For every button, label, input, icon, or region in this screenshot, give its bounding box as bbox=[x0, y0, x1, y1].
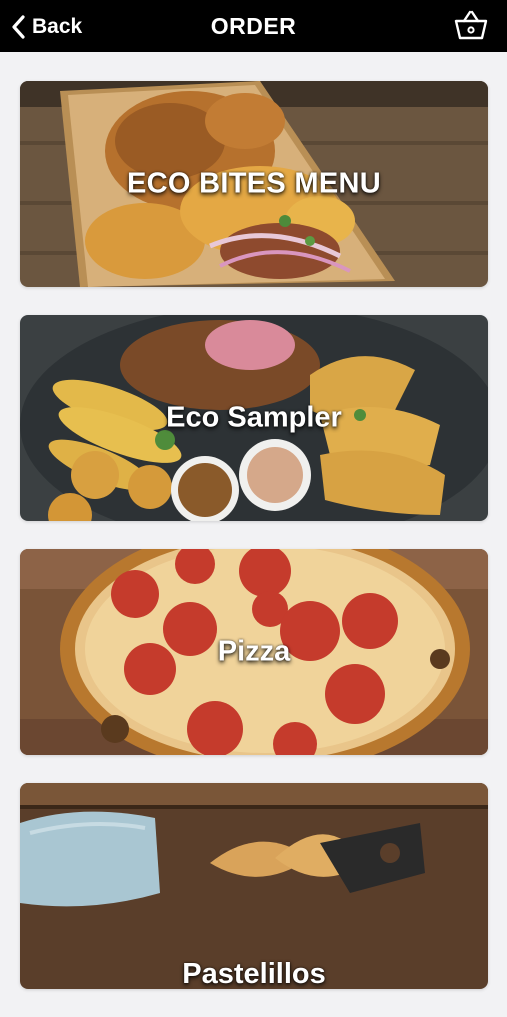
basket-icon[interactable] bbox=[453, 9, 489, 41]
top-navigation-bar: Back ORDER bbox=[0, 0, 507, 52]
menu-card-label: ECO BITES MENU bbox=[127, 167, 381, 200]
page-title: ORDER bbox=[210, 13, 297, 39]
menu-card-pizza[interactable]: Pizza bbox=[20, 549, 488, 755]
menu-category-list: ECO BITES MENU Eco Sampler Pizza Pasteli… bbox=[20, 81, 488, 1017]
menu-card-label: Pizza bbox=[217, 635, 291, 668]
menu-card-label: Pastelillos bbox=[182, 958, 326, 989]
menu-card-label: Eco Sampler bbox=[166, 401, 342, 434]
menu-card-pastelillos[interactable]: Pastelillos bbox=[20, 783, 488, 989]
menu-card-eco-sampler[interactable]: Eco Sampler bbox=[20, 315, 488, 521]
menu-card-eco-bites[interactable]: ECO BITES MENU bbox=[20, 81, 488, 287]
